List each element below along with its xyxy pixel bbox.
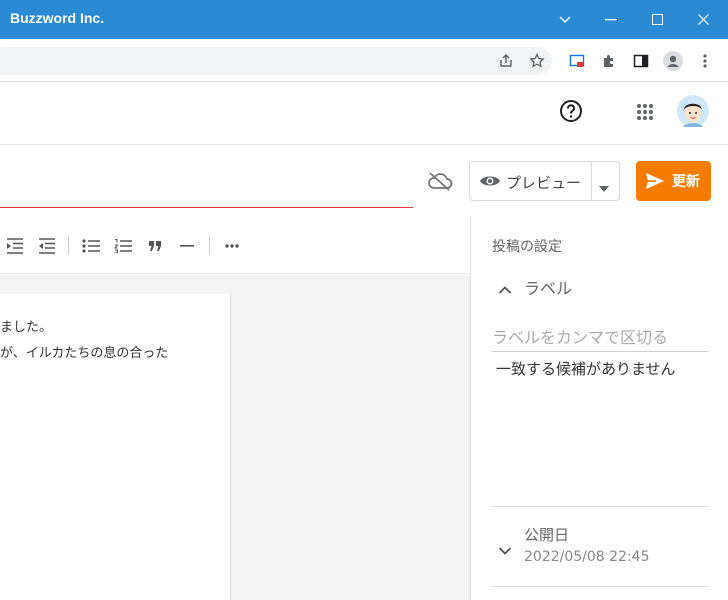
chevron-up-icon[interactable]: [498, 280, 512, 294]
share-icon[interactable]: [494, 49, 518, 73]
app-header: [0, 82, 728, 145]
apps-grid-icon[interactable]: [636, 103, 654, 121]
quote-icon[interactable]: [145, 236, 165, 256]
preview-label: プレビュー: [506, 174, 582, 192]
browser-toolbar: [0, 39, 728, 82]
divider: [591, 162, 592, 200]
toolbar-divider: [68, 236, 69, 254]
cloud-off-icon: [427, 170, 453, 192]
sidebar-heading: 投稿の設定: [492, 239, 562, 255]
publish-date-title[interactable]: 公開日: [524, 524, 569, 545]
numbered-list-icon[interactable]: [113, 236, 133, 256]
update-label: 更新: [672, 174, 700, 190]
toolbar-divider: [209, 236, 210, 254]
help-icon[interactable]: [559, 99, 583, 123]
post-title-underline: [0, 207, 413, 208]
editor-page[interactable]: ました。 が、イルカたちの息の合った: [0, 294, 231, 600]
minimize-button[interactable]: [588, 0, 634, 39]
maximize-button[interactable]: [634, 0, 680, 39]
bookmark-star-icon[interactable]: [525, 49, 549, 73]
window-titlebar: Buzzword Inc.: [0, 0, 728, 39]
browser-menu-icon[interactable]: [693, 49, 717, 73]
indent-decrease-icon[interactable]: [36, 236, 56, 256]
side-panel-icon[interactable]: [629, 49, 653, 73]
labels-input[interactable]: ラベルをカンマで区切る: [492, 324, 668, 348]
update-button[interactable]: 更新: [636, 161, 711, 201]
chevron-down-icon[interactable]: [542, 0, 588, 39]
divider: [492, 506, 708, 507]
chevron-down-icon[interactable]: [498, 541, 512, 555]
send-icon: [645, 171, 665, 191]
labels-section-title[interactable]: ラベル: [524, 275, 572, 299]
address-bar[interactable]: [0, 47, 552, 75]
labels-input-underline: [492, 351, 708, 352]
extension-capture-icon[interactable]: [565, 49, 589, 73]
close-button[interactable]: [680, 0, 726, 39]
window-title: Buzzword Inc.: [10, 10, 105, 26]
eye-icon: [479, 172, 501, 190]
horizontal-rule-icon[interactable]: [177, 236, 197, 256]
avatar[interactable]: [677, 95, 709, 127]
extensions-puzzle-icon[interactable]: [597, 49, 621, 73]
profile-icon[interactable]: [661, 49, 685, 73]
post-settings-sidebar: 投稿の設定 ラベル ラベルをカンマで区切る 一致する候補がありません 公開日 2…: [470, 216, 728, 600]
bulleted-list-icon[interactable]: [81, 236, 101, 256]
preview-button[interactable]: プレビュー: [469, 161, 620, 201]
more-options-icon[interactable]: [222, 236, 242, 256]
body-line-1: ました。: [0, 320, 53, 335]
body-line-2: が、イルカたちの息の合った: [0, 346, 169, 361]
publish-datetime: 2022/05/08 22:45: [524, 549, 650, 565]
indent-increase-icon[interactable]: [4, 236, 24, 256]
labels-no-match: 一致する候補がありません: [496, 360, 676, 378]
caret-down-icon[interactable]: [598, 178, 610, 192]
divider: [492, 586, 708, 587]
